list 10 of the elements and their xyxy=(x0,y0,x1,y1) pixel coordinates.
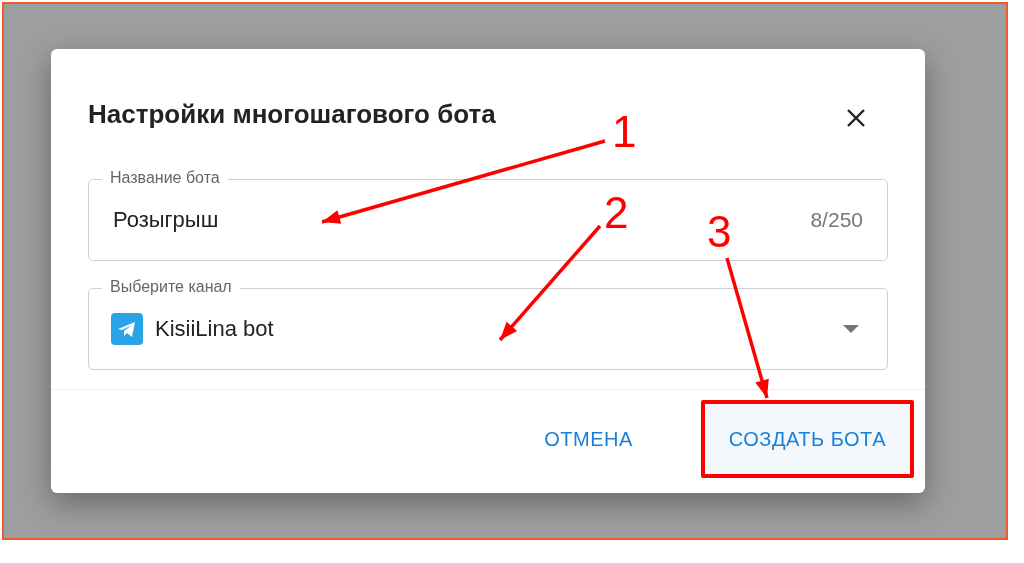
character-counter: 8/250 xyxy=(810,208,863,232)
dialog-title: Настройки многошагового бота xyxy=(88,98,496,130)
annotation-number: 3 xyxy=(707,207,732,256)
field-value: Розыгрыш xyxy=(113,207,219,233)
annotation-number: 2 xyxy=(604,188,629,237)
field-value: KisiiLina bot xyxy=(155,316,274,342)
create-button[interactable]: СОЗДАТЬ БОТА xyxy=(700,400,914,478)
cancel-button[interactable]: ОТМЕНА xyxy=(516,400,661,478)
annotation-number: 1 xyxy=(612,107,637,156)
field-label: Выберите канал xyxy=(102,278,240,296)
